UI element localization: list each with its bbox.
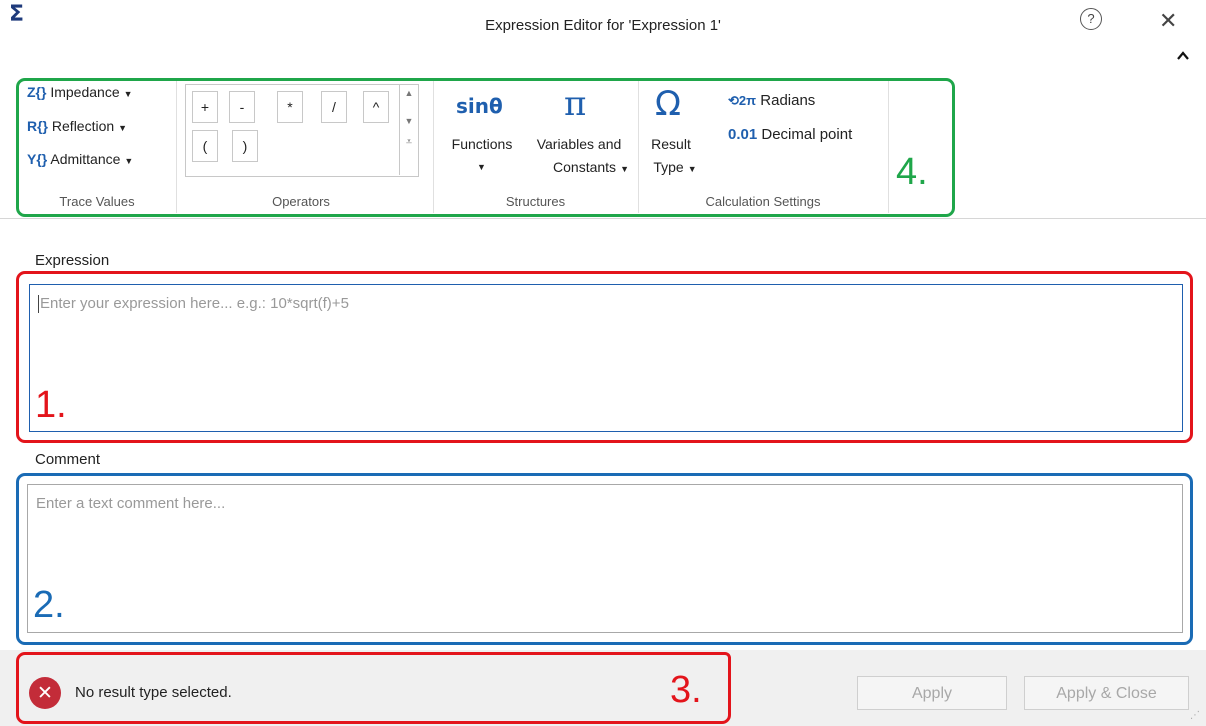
close-icon[interactable]: ✕ [1159, 9, 1177, 34]
annotation-number-2: 2. [33, 584, 65, 626]
apply-close-button[interactable]: Apply & Close [1024, 676, 1189, 710]
window-title: Expression Editor for 'Expression 1' [485, 17, 721, 34]
comment-label: Comment [35, 451, 101, 468]
annotation-box-2 [16, 473, 1193, 645]
annotation-number-3: 3. [670, 669, 702, 711]
annotation-box-3 [16, 652, 731, 724]
apply-button[interactable]: Apply [857, 676, 1007, 710]
resize-grip-icon[interactable]: ⋰ [1190, 710, 1200, 721]
collapse-ribbon-icon[interactable] [1177, 50, 1189, 62]
annotation-number-1: 1. [35, 384, 67, 426]
annotation-box-1 [16, 271, 1193, 443]
expression-label: Expression [35, 252, 110, 269]
help-icon[interactable]: ? [1080, 8, 1102, 30]
annotation-number-4: 4. [896, 151, 928, 193]
annotation-box-4 [16, 78, 955, 217]
